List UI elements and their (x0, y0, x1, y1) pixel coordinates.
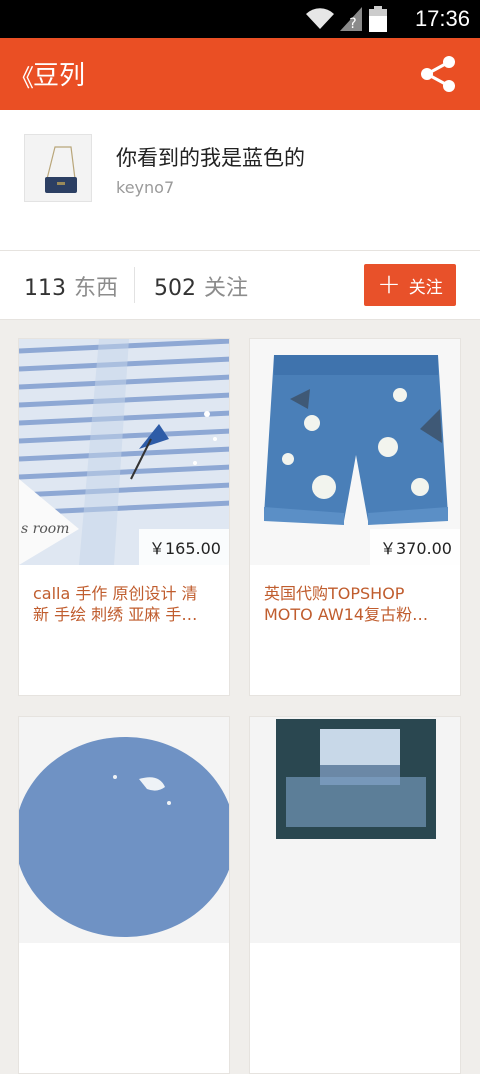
status-time: 17:36 (414, 6, 470, 31)
followers-stat[interactable]: 502 关注 (154, 270, 248, 302)
item-description-line1: 英国代购TOPSHOP (264, 584, 405, 603)
stats-divider (134, 267, 135, 303)
item-card[interactable]: ￥370.00 英国代购TOPSHOP MOTO AW14复古粉… (249, 338, 461, 696)
svg-text:?: ? (349, 16, 356, 31)
item-image (19, 717, 229, 943)
share-icon[interactable] (418, 54, 458, 94)
item-image: ￥370.00 (250, 339, 460, 565)
stats-bar: 113 东西 502 关注 + 关注 (0, 251, 480, 320)
item-image (250, 717, 460, 943)
blue-hat-image-icon (19, 717, 229, 943)
item-card[interactable] (249, 716, 461, 1074)
collection-name: 你看到的我是蓝色的 (116, 146, 305, 170)
collection-owner[interactable]: keyno7 (116, 178, 174, 197)
followers-label: 关注 (204, 276, 249, 301)
follow-button[interactable]: + 关注 (364, 264, 456, 306)
items-label: 东西 (74, 276, 119, 301)
item-price: ￥165.00 (139, 529, 229, 565)
follow-button-label: 关注 (408, 277, 443, 298)
items-count: 113 (24, 276, 66, 301)
app-bar: 《 豆列 (0, 38, 480, 110)
item-image: s room ￥165.00 (19, 339, 229, 565)
photo-box-image-icon (250, 717, 460, 943)
item-description-line2: MOTO AW14复古粉… (264, 605, 429, 624)
item-description-line2: 新 手绘 刺绣 亚麻 手… (33, 605, 198, 624)
items-stat[interactable]: 113 东西 (24, 270, 118, 302)
bag-image-icon (25, 135, 91, 201)
item-price: ￥370.00 (370, 529, 460, 565)
page-title: 豆列 (33, 61, 86, 91)
collection-thumbnail[interactable] (24, 134, 92, 202)
item-description-line1: calla 手作 原创设计 清 (33, 584, 198, 603)
item-description: calla 手作 原创设计 清 新 手绘 刺绣 亚麻 手… (33, 583, 217, 625)
watermark-text: s room (21, 521, 70, 537)
item-card[interactable] (18, 716, 230, 1074)
battery-icon (369, 6, 387, 32)
item-description: 英国代购TOPSHOP MOTO AW14复古粉… (264, 583, 448, 625)
item-card[interactable]: s room ￥165.00 calla 手作 原创设计 清 新 手绘 刺绣 亚… (18, 338, 230, 696)
collection-header: 你看到的我是蓝色的 keyno7 (0, 110, 480, 251)
wifi-icon (306, 8, 334, 30)
signal-unknown-icon: ? (340, 7, 362, 31)
plus-icon: + (377, 266, 401, 300)
followers-count: 502 (154, 276, 196, 301)
status-icons: ? (306, 6, 388, 32)
back-button[interactable]: 《 (10, 58, 34, 93)
status-bar: ? 17:36 (0, 0, 480, 38)
